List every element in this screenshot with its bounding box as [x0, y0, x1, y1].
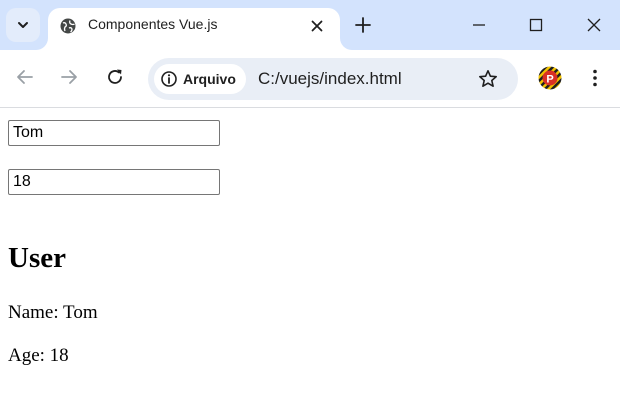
- browser-toolbar: Arquivo C:/vuejs/index.html: [0, 50, 620, 108]
- site-info-chip[interactable]: Arquivo: [154, 64, 246, 94]
- tab-title: Componentes Vue.js: [88, 16, 218, 32]
- more-menu-icon[interactable]: [585, 67, 605, 89]
- back-arrow-icon[interactable]: [14, 66, 36, 88]
- close-window-icon[interactable]: [583, 14, 605, 36]
- profile-initial: P: [546, 73, 553, 85]
- user-age-text: Age: 18: [8, 345, 69, 366]
- close-tab-icon[interactable]: [308, 17, 326, 35]
- address-bar[interactable]: Arquivo C:/vuejs/index.html: [148, 58, 518, 100]
- user-name-text: Name: Tom: [8, 302, 98, 323]
- reload-icon[interactable]: [104, 66, 126, 88]
- bookmark-star-icon[interactable]: [477, 68, 499, 90]
- maximize-icon[interactable]: [525, 14, 547, 36]
- new-tab-icon[interactable]: [352, 14, 374, 36]
- age-input[interactable]: [8, 169, 220, 195]
- active-tab[interactable]: Componentes Vue.js: [48, 8, 340, 50]
- security-label: Arquivo: [183, 71, 236, 87]
- forward-arrow-icon[interactable]: [58, 66, 80, 88]
- chevron-down-icon: [18, 22, 28, 28]
- tab-strip: Componentes Vue.js: [0, 0, 620, 50]
- info-icon: [161, 71, 177, 87]
- globe-icon: [60, 18, 76, 34]
- tab-search-button[interactable]: [6, 8, 40, 42]
- name-input[interactable]: [8, 120, 220, 146]
- profile-avatar[interactable]: P: [538, 66, 562, 90]
- page-viewport: User Name: Tom Age: 18: [0, 109, 620, 394]
- user-heading: User: [8, 242, 66, 274]
- url-text[interactable]: C:/vuejs/index.html: [258, 69, 402, 89]
- minimize-icon[interactable]: [468, 14, 490, 36]
